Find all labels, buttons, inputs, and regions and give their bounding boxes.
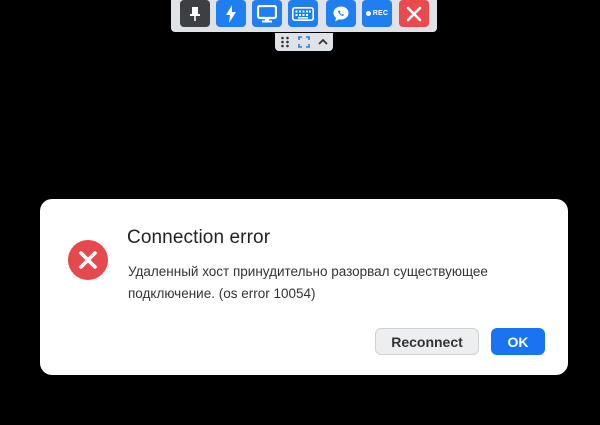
fullscreen-icon[interactable] xyxy=(298,36,310,48)
chevron-up-icon[interactable] xyxy=(317,36,329,48)
connection-error-dialog: Connection error Удаленный хост принудит… xyxy=(40,199,568,375)
remote-control-toolbar: REC xyxy=(171,0,437,32)
lightning-icon xyxy=(226,4,236,23)
display-button[interactable] xyxy=(252,0,282,27)
dialog-title: Connection error xyxy=(127,227,271,248)
actions-button[interactable] xyxy=(216,0,246,27)
keyboard-icon xyxy=(292,6,314,21)
chat-icon xyxy=(333,6,349,21)
record-label: REC xyxy=(372,10,389,17)
error-icon xyxy=(68,240,108,280)
close-icon xyxy=(406,6,422,21)
pin-icon xyxy=(190,6,200,21)
toolbar-handle-bar xyxy=(275,33,333,51)
drag-handle-icon[interactable] xyxy=(279,36,291,48)
keyboard-button[interactable] xyxy=(288,0,318,27)
monitor-icon xyxy=(257,4,277,22)
close-session-button[interactable] xyxy=(399,0,429,27)
ok-button[interactable]: OK xyxy=(491,328,545,355)
pin-button[interactable] xyxy=(180,0,210,27)
reconnect-button[interactable]: Reconnect xyxy=(375,328,479,355)
record-button[interactable]: REC xyxy=(362,0,392,27)
chat-button[interactable] xyxy=(326,0,356,27)
dialog-message: Удаленный хост принудительно разорвал су… xyxy=(128,264,488,301)
record-icon: REC xyxy=(365,10,389,17)
